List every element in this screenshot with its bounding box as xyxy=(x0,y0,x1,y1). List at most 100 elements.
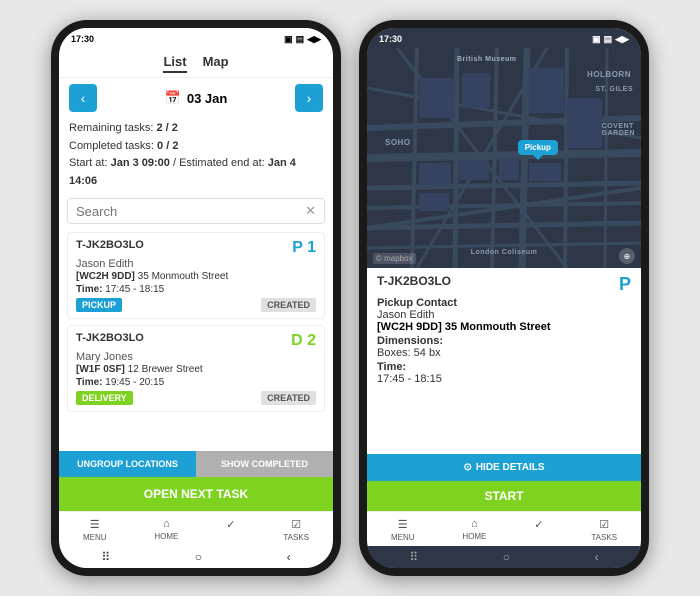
task-addr-1: [WC2H 9DD] 35 Monmouth Street xyxy=(76,271,316,282)
remaining-tasks: Remaining tasks: 2 / 2 xyxy=(69,120,323,138)
android-nav-right: ⠿ ○ ‹ xyxy=(367,546,641,568)
map-label-british-museum: British Museum xyxy=(457,56,517,63)
bottom-nav-left: ☰ MENU ⌂ HOME ✓ ☑ TASKS xyxy=(59,511,333,546)
task-priority-2: D 2 xyxy=(291,332,316,350)
search-bar[interactable]: ✕ xyxy=(67,198,325,224)
nav-tasks-label-right: TASKS xyxy=(591,533,617,542)
hide-details-label: HIDE DETAILS xyxy=(476,462,545,473)
status-bar-left: 17:30 ▣ ▤ ◀▶ xyxy=(59,28,333,48)
mapbox-logo: © mapbox xyxy=(373,253,416,264)
home-icon-right: ⌂ xyxy=(471,518,478,530)
task-card-2-header: T-JK2BO3LO D 2 xyxy=(76,332,316,350)
home-icon-left: ⌂ xyxy=(163,518,170,530)
map-view[interactable]: British Museum HOLBORN ST. GILES SOHO CO… xyxy=(367,48,641,268)
prev-date-button[interactable]: ‹ xyxy=(69,84,97,112)
task-card-1-header: T-JK2BO3LO P 1 xyxy=(76,239,316,257)
tasks-icon-right: ☑ xyxy=(599,518,609,531)
detail-contact-name: Jason Edith xyxy=(377,309,631,321)
map-label-holborn: HOLBORN xyxy=(587,70,631,79)
task-id-1: T-JK2BO3LO xyxy=(76,239,144,251)
tasks-icon-left: ☑ xyxy=(291,518,301,531)
detail-task-id: T-JK2BO3LO xyxy=(377,274,451,288)
search-close-icon[interactable]: ✕ xyxy=(305,203,316,219)
badge-created-2: CREATED xyxy=(261,391,316,405)
status-bar-right: 17:30 ▣ ▤ ◀▶ xyxy=(367,28,641,48)
menu-icon-right: ☰ xyxy=(398,518,408,531)
right-phone: 17:30 ▣ ▤ ◀▶ xyxy=(359,20,649,576)
badge-created-1: CREATED xyxy=(261,298,316,312)
detail-postcode: [WC2H 9DD] xyxy=(377,321,442,333)
pickup-pin: Pickup xyxy=(518,140,558,155)
detail-contact-label: Pickup Contact xyxy=(377,297,631,309)
status-icons-right: ▣ ▤ ◀▶ xyxy=(592,34,629,45)
show-completed-button[interactable]: SHOW COMPLETED xyxy=(196,451,333,477)
status-icons-left: ▣ ▤ ◀▶ xyxy=(284,34,321,45)
task-list: T-JK2BO3LO P 1 Jason Edith [WC2H 9DD] 35… xyxy=(59,228,333,451)
tabs: List Map xyxy=(59,48,333,78)
map-label-soho: SOHO xyxy=(385,138,411,147)
detail-dimensions-label: Dimensions: xyxy=(377,335,631,347)
task-card-1[interactable]: T-JK2BO3LO P 1 Jason Edith [WC2H 9DD] 35… xyxy=(67,232,325,319)
next-date-button[interactable]: › xyxy=(295,84,323,112)
detail-address: [WC2H 9DD] 35 Monmouth Street xyxy=(377,321,631,333)
nav-tasks-right[interactable]: ☑ TASKS xyxy=(591,518,617,542)
ungroup-button[interactable]: UNGROUP LOCATIONS xyxy=(59,451,196,477)
task-time-2: Time: 19:45 - 20:15 xyxy=(76,377,316,388)
task-id-2: T-JK2BO3LO xyxy=(76,332,144,344)
pickup-pin-label: Pickup xyxy=(525,143,551,152)
bottom-actions: UNGROUP LOCATIONS SHOW COMPLETED xyxy=(59,451,333,477)
detail-header-row: T-JK2BO3LO P xyxy=(377,274,631,295)
task-footer-1: PICKUP CREATED xyxy=(76,298,316,312)
task-addr-2: [W1F 0SF] 12 Brewer Street xyxy=(76,364,316,375)
task-priority-1: P 1 xyxy=(292,239,316,257)
tab-list[interactable]: List xyxy=(163,54,186,73)
detail-panel: T-JK2BO3LO P Pickup Contact Jason Edith … xyxy=(367,268,641,454)
badge-pickup-1: PICKUP xyxy=(76,298,122,312)
nav-check-left[interactable]: ✓ xyxy=(226,518,235,542)
hide-icon: ⊙ xyxy=(463,462,471,473)
android-home-left: ○ xyxy=(195,550,202,564)
completed-tasks: Completed tasks: 0 / 2 xyxy=(69,138,323,156)
map-background: British Museum HOLBORN ST. GILES SOHO CO… xyxy=(367,48,641,268)
nav-check-right[interactable]: ✓ xyxy=(534,518,543,542)
task-footer-2: DELIVERY CREATED xyxy=(76,391,316,405)
android-nav-left: ⠿ ○ ‹ xyxy=(59,546,333,568)
nav-home-left[interactable]: ⌂ HOME xyxy=(154,518,178,542)
start-button[interactable]: START xyxy=(367,481,641,511)
android-home-right: ○ xyxy=(503,550,510,564)
android-back-right: ‹ xyxy=(595,550,599,564)
detail-dimensions-value: Boxes: 54 bx xyxy=(377,347,631,359)
task-time-1: Time: 17:45 - 18:15 xyxy=(76,284,316,295)
detail-priority: P xyxy=(619,274,631,295)
map-label-stgiles: ST. GILES xyxy=(595,86,633,93)
task-name-2: Mary Jones xyxy=(76,351,316,363)
open-next-task-button[interactable]: OPEN NEXT TASK xyxy=(59,477,333,511)
status-time-right: 17:30 xyxy=(379,34,402,44)
hide-details-button[interactable]: ⊙ HIDE DETAILS xyxy=(367,454,641,481)
nav-home-right[interactable]: ⌂ HOME xyxy=(462,518,486,542)
date-navigator: ‹ 📅 03 Jan › xyxy=(59,78,333,118)
map-label-coliseum: London Coliseum xyxy=(471,249,538,256)
bottom-nav-right: ☰ MENU ⌂ HOME ✓ ☑ TASKS xyxy=(367,511,641,546)
detail-time-value: 17:45 - 18:15 xyxy=(377,373,631,385)
calendar-icon: 📅 xyxy=(165,90,181,106)
nav-tasks-left[interactable]: ☑ TASKS xyxy=(283,518,309,542)
nav-menu-right[interactable]: ☰ MENU xyxy=(391,518,415,542)
detail-time-label: Time: xyxy=(377,361,631,373)
nav-tasks-label-left: TASKS xyxy=(283,533,309,542)
check-icon-right: ✓ xyxy=(534,518,543,531)
task-card-2[interactable]: T-JK2BO3LO D 2 Mary Jones [W1F 0SF] 12 B… xyxy=(67,325,325,412)
compass-icon: ⊕ xyxy=(619,248,635,264)
check-icon-left: ✓ xyxy=(226,518,235,531)
search-input[interactable] xyxy=(76,204,305,219)
task-name-1: Jason Edith xyxy=(76,258,316,270)
tab-map[interactable]: Map xyxy=(203,54,229,73)
date-display: 📅 03 Jan xyxy=(165,90,228,106)
nav-home-label-right: HOME xyxy=(462,532,486,541)
map-label-covent: COVENTGARDEN xyxy=(602,123,635,137)
android-menu-right: ⠿ xyxy=(409,550,418,564)
nav-home-label-left: HOME xyxy=(154,532,178,541)
start-time: Start at: Jan 3 09:00 / Estimated end at… xyxy=(69,155,323,190)
nav-menu-left[interactable]: ☰ MENU xyxy=(83,518,107,542)
menu-icon-left: ☰ xyxy=(90,518,100,531)
